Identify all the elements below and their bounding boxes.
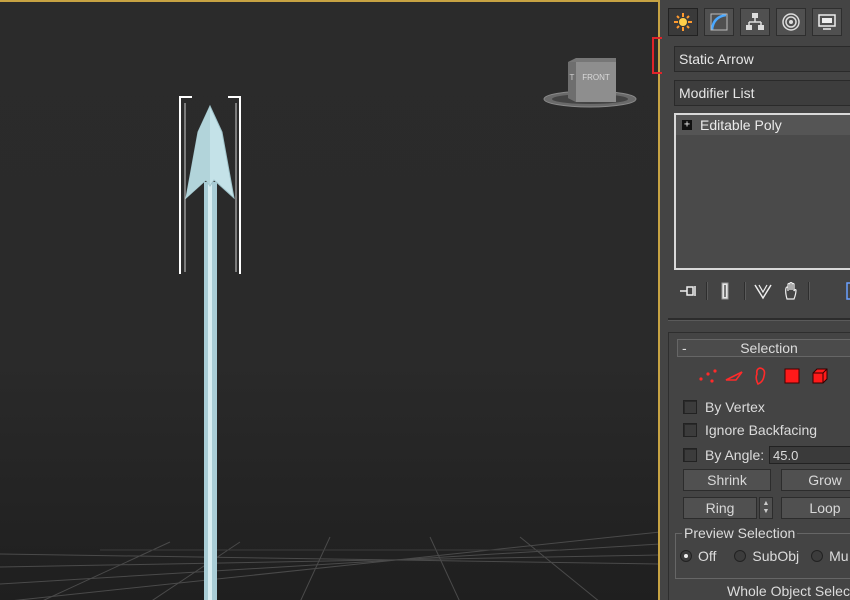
hierarchy-tab[interactable]: [740, 8, 770, 36]
command-panel-tabs: [662, 8, 850, 38]
configure-modifier-sets-icon: [846, 282, 850, 300]
make-unique-icon: [754, 284, 772, 300]
loop-button[interactable]: Loop: [781, 497, 850, 519]
tool-separator: [808, 282, 810, 300]
perspective-viewport[interactable]: FRONT T: [0, 0, 660, 600]
polygon-level-button[interactable]: [781, 365, 803, 387]
ignore-backfacing-row[interactable]: Ignore Backfacing: [683, 420, 817, 440]
by-vertex-row[interactable]: By Vertex: [683, 397, 765, 417]
preview-subobj-label: SubObj: [752, 548, 800, 564]
stack-item-editable-poly[interactable]: + Editable Poly: [676, 115, 850, 135]
panel-divider: [668, 318, 850, 321]
vertex-level-button[interactable]: [697, 365, 719, 387]
modifier-list-dropdown[interactable]: Modifier List: [674, 80, 850, 106]
remove-modifier-button[interactable]: [780, 280, 802, 302]
collapse-icon: -: [682, 340, 687, 356]
command-panel: Static Arrow Modifier List + Editable Po…: [662, 0, 850, 600]
arrow-shaft-highlight: [208, 182, 212, 600]
modifier-stack-tools: [678, 280, 850, 302]
remove-modifier-icon: [785, 282, 797, 300]
edge-icon: [725, 371, 743, 381]
stack-item-label: Editable Poly: [700, 117, 782, 133]
preview-selection-label: Preview Selection: [682, 525, 798, 541]
by-angle-row[interactable]: By Angle:: [683, 445, 764, 465]
configure-modifier-sets-button[interactable]: [840, 280, 850, 302]
element-icon: [812, 368, 828, 384]
preview-multi-radio[interactable]: [811, 550, 824, 562]
modify-tab-icon: [710, 13, 728, 31]
edge-level-button[interactable]: [723, 365, 745, 387]
border-level-button[interactable]: [749, 365, 771, 387]
preview-off-label: Off: [698, 548, 717, 564]
subobject-level-buttons: [697, 365, 847, 387]
show-end-result-button[interactable]: [714, 280, 736, 302]
preview-off-radio[interactable]: [680, 550, 692, 562]
make-unique-button[interactable]: [752, 280, 774, 302]
object-name-field[interactable]: Static Arrow: [674, 46, 850, 72]
loop-label: Loop: [809, 500, 841, 516]
shrink-label: Shrink: [707, 472, 747, 488]
show-end-result-icon: [721, 282, 729, 300]
ring-label: Ring: [705, 500, 735, 516]
by-angle-value: 45.0: [773, 447, 799, 463]
ignore-backfacing-checkbox[interactable]: [683, 423, 697, 437]
by-angle-input[interactable]: 45.0: [769, 446, 850, 464]
polygon-icon: [784, 368, 800, 384]
selection-rollout: - Selection By Vertex Ignore Backfacing …: [668, 332, 850, 600]
by-angle-checkbox[interactable]: [683, 448, 697, 462]
pin-stack-button[interactable]: [678, 280, 700, 302]
selection-rollout-header[interactable]: - Selection: [677, 339, 850, 357]
viewcube-side-label: T: [570, 73, 575, 82]
grow-button[interactable]: Grow: [781, 469, 850, 491]
ring-button[interactable]: Ring: [683, 497, 757, 519]
display-tab[interactable]: [812, 8, 842, 36]
motion-tab[interactable]: [776, 8, 806, 36]
tool-separator: [706, 282, 708, 300]
grow-label: Grow: [808, 472, 842, 488]
create-tab-icon: [674, 13, 692, 31]
create-tab[interactable]: [668, 8, 698, 36]
ignore-backfacing-label: Ignore Backfacing: [705, 422, 818, 438]
viewcube[interactable]: FRONT T: [543, 58, 637, 108]
preview-selection-group: Preview Selection Off SubObj Mu: [675, 525, 850, 579]
preview-multi-label: Mu: [829, 548, 849, 564]
shrink-button[interactable]: Shrink: [683, 469, 771, 491]
element-level-button[interactable]: [809, 365, 831, 387]
home-grid: [0, 531, 658, 600]
border-icon: [755, 367, 766, 386]
by-vertex-label: By Vertex: [705, 399, 765, 415]
by-vertex-checkbox[interactable]: [683, 400, 697, 414]
pin-stack-icon: [680, 286, 696, 296]
preview-selection-options: Off SubObj Mu: [680, 548, 849, 564]
tool-separator: [744, 282, 746, 300]
modifier-stack[interactable]: + Editable Poly: [674, 113, 850, 270]
modify-tab[interactable]: [704, 8, 734, 36]
vertex-icon: [699, 369, 717, 383]
ring-spinner[interactable]: ▲ ▼: [759, 497, 773, 519]
selection-status-text: Whole Object Selecte: [727, 583, 850, 599]
preview-subobj-radio[interactable]: [734, 550, 747, 562]
viewport-scene: FRONT T: [0, 58, 658, 600]
spinner-down-icon[interactable]: ▼: [763, 508, 770, 516]
viewcube-front-label: FRONT: [582, 73, 610, 82]
display-tab-icon: [818, 14, 836, 30]
hierarchy-tab-icon: [746, 13, 764, 30]
selection-rollout-title: Selection: [740, 340, 798, 356]
spinner-up-icon[interactable]: ▲: [763, 500, 770, 508]
expand-icon[interactable]: +: [682, 120, 692, 130]
motion-tab-icon: [782, 13, 800, 31]
by-angle-label: By Angle:: [705, 447, 765, 463]
object-name-text: Static Arrow: [679, 51, 754, 67]
modifier-list-label: Modifier List: [679, 85, 755, 101]
